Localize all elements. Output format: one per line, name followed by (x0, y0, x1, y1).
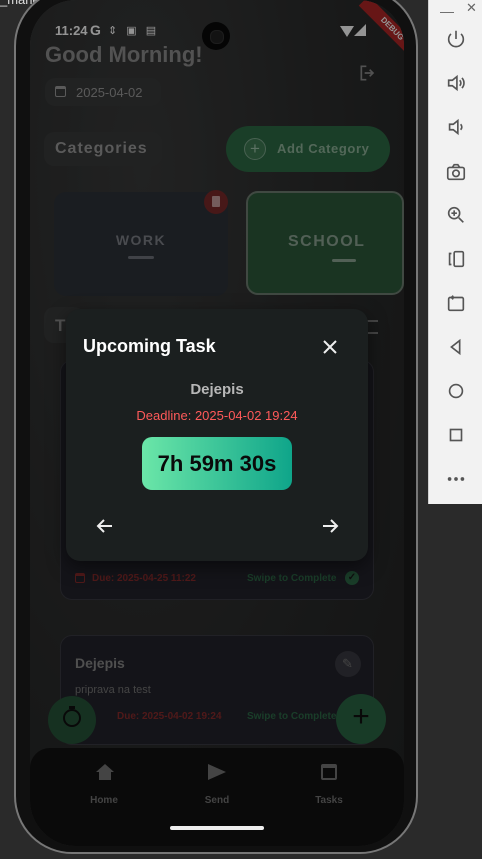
dialog-task-name: Dejepis (190, 381, 244, 398)
dialog-title: Upcoming Task (83, 336, 216, 356)
nav-label: Tasks (315, 795, 343, 806)
gesture-handle[interactable] (170, 826, 264, 830)
close-icon (323, 340, 337, 354)
minimize-icon[interactable]: — (440, 3, 454, 19)
home-icon-body (99, 772, 111, 780)
calendar-icon (321, 764, 337, 780)
close-dialog-button[interactable] (318, 335, 342, 359)
nav-item-send[interactable]: Send (187, 764, 247, 814)
camera-icon[interactable] (443, 159, 469, 185)
home-icon (96, 764, 114, 772)
rotate-right-icon[interactable] (443, 290, 469, 316)
zoom-in-icon[interactable] (443, 202, 469, 228)
next-task-button[interactable] (318, 514, 342, 538)
nav-item-home[interactable]: Home (74, 764, 134, 814)
rotate-left-icon[interactable] (443, 246, 469, 272)
countdown-text: 7h 59m 30s (157, 451, 277, 476)
arrow-left-icon (96, 519, 112, 533)
nav-label: Send (204, 795, 230, 806)
more-icon[interactable] (443, 466, 469, 492)
upcoming-task-dialog: Upcoming Task Dejepis Deadline: 2025-04-… (66, 309, 368, 561)
back-icon[interactable] (443, 334, 469, 360)
dialog-deadline: Deadline: 2025-04-02 19:24 (136, 408, 298, 423)
bottom-navigation: Home Send Tasks (30, 748, 404, 846)
emulator-side-panel: — ✕ (428, 0, 482, 504)
arrow-right-icon (323, 519, 339, 533)
close-icon[interactable]: ✕ (466, 0, 477, 16)
nav-item-tasks[interactable]: Tasks (299, 764, 359, 814)
countdown-badge: 7h 59m 30s (142, 437, 292, 490)
overview-icon[interactable] (443, 422, 469, 448)
previous-task-button[interactable] (93, 514, 117, 538)
phone-screen: 11:24 G ⇕ ▣ ▤ DEBUG Good Morning! 2025-0… (30, 0, 404, 846)
volume-down-icon[interactable] (443, 114, 469, 140)
home-circle-icon[interactable] (443, 378, 469, 404)
power-icon[interactable] (443, 26, 469, 52)
send-icon (208, 764, 226, 780)
nav-label: Home (90, 795, 118, 806)
volume-up-icon[interactable] (443, 70, 469, 96)
